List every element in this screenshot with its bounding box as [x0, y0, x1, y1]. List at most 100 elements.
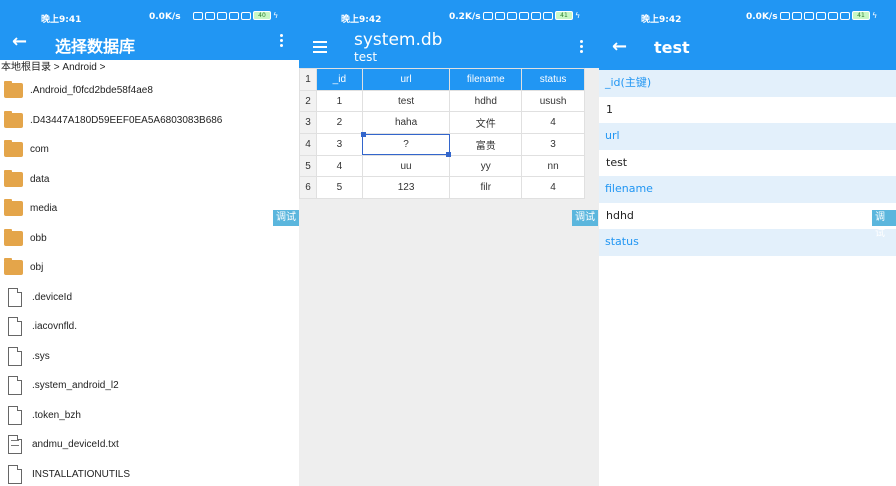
table-cell[interactable]: yy: [449, 154, 523, 178]
table-cell[interactable]: uu: [361, 154, 451, 178]
row-number: 1: [299, 68, 317, 91]
signal-icon: [828, 11, 838, 20]
debug-button[interactable]: 调试: [572, 210, 598, 226]
page-title: test: [654, 38, 690, 57]
battery-icon: 41: [555, 11, 573, 20]
charging-icon: ϟ: [872, 11, 878, 20]
folder-icon: [4, 258, 23, 276]
debug-button[interactable]: 调试: [273, 210, 299, 226]
file-name: .deviceId: [32, 291, 73, 303]
signal-icon: [205, 11, 215, 20]
table-cell[interactable]: 3: [521, 133, 585, 156]
alarm-icon: [483, 11, 493, 20]
file-icon: [8, 405, 22, 425]
folder-item[interactable]: obb: [0, 224, 299, 254]
cell-text: ?: [403, 138, 409, 150]
more-options-icon[interactable]: [580, 40, 584, 55]
table-row[interactable]: 5 4 uu yy nn: [299, 154, 585, 178]
file-icon: [8, 376, 22, 396]
file-name: .token_bzh: [32, 409, 81, 421]
breadcrumb[interactable]: 本地根目录 > Android >: [0, 60, 299, 76]
battery-icon: 41: [852, 11, 870, 20]
table-view-screen: 晚上9:42 0.2K/s 41 ϟ system.db test 1 _id ur…: [299, 0, 599, 486]
status-time: 晚上9:42: [341, 15, 382, 25]
table-cell[interactable]: hdhd: [449, 89, 523, 113]
table-row[interactable]: 6 5 123 filr 4: [299, 176, 585, 200]
field-value[interactable]: 1: [599, 96, 896, 123]
status-bar: 晚上9:41 0.0K/s 40 ϟ: [0, 0, 299, 30]
text-file-icon: [8, 435, 22, 455]
field-value[interactable]: hdhd: [599, 202, 896, 229]
file-name: media: [30, 203, 58, 215]
field-value[interactable]: test: [599, 149, 896, 176]
wifi-icon: [840, 11, 850, 20]
selected-cell[interactable]: ?: [360, 132, 452, 157]
status-icons: 40 ϟ: [193, 11, 278, 20]
file-name: .D43447A180D59EEF0EA5A6803083B686: [30, 114, 223, 126]
app-bar: ← 选择数据库: [0, 30, 299, 60]
file-item[interactable]: .iacovnfld.: [0, 312, 299, 342]
table-row[interactable]: 4 3? 富贵 3: [299, 132, 585, 157]
row-number: 5: [299, 154, 317, 178]
table-cell[interactable]: 4: [521, 111, 585, 135]
table-cell[interactable]: 富贵: [449, 133, 523, 156]
folder-item[interactable]: com: [0, 135, 299, 165]
table-cell[interactable]: 1: [315, 89, 363, 113]
page-title: 选择数据库: [55, 37, 136, 56]
more-options-icon[interactable]: [280, 34, 284, 49]
table-cell[interactable]: 123: [361, 176, 451, 200]
selection-handle[interactable]: [446, 151, 452, 157]
table-cell[interactable]: 3: [315, 133, 363, 156]
table-cell[interactable]: 文件: [449, 111, 523, 135]
menu-icon[interactable]: [313, 41, 327, 56]
status-time: 晚上9:42: [641, 15, 682, 25]
status-net-speed: 0.0K/s: [149, 12, 181, 22]
folder-item[interactable]: .Android_f0fcd2bde58f4ae8: [0, 76, 299, 106]
signal-icon: [229, 11, 239, 20]
table-cell[interactable]: haha: [361, 111, 451, 135]
table-cell[interactable]: test: [361, 89, 451, 113]
folder-icon: [4, 81, 23, 99]
column-header[interactable]: filename: [449, 68, 523, 91]
row-number: 4: [299, 133, 317, 156]
folder-item[interactable]: obj: [0, 253, 299, 283]
folder-item[interactable]: media: [0, 194, 299, 224]
file-item[interactable]: .token_bzh: [0, 401, 299, 431]
debug-button[interactable]: 调试: [872, 210, 896, 239]
table-cell[interactable]: 4: [521, 176, 585, 200]
table-cell[interactable]: filr: [449, 176, 523, 200]
column-header[interactable]: url: [361, 68, 451, 91]
file-item[interactable]: .system_android_l2: [0, 371, 299, 401]
column-header[interactable]: status: [521, 68, 585, 91]
folder-icon: [4, 140, 23, 158]
table-cell[interactable]: 2: [315, 111, 363, 135]
hd-icon: [519, 11, 529, 20]
table-row[interactable]: 2 1 test hdhd usush: [299, 89, 585, 113]
table-name: test: [354, 50, 378, 64]
signal-icon: [507, 11, 517, 20]
file-name: .iacovnfld.: [32, 321, 78, 333]
column-header[interactable]: _id: [315, 68, 363, 91]
folder-item[interactable]: data: [0, 165, 299, 195]
field-label: url: [599, 123, 896, 150]
table-cell[interactable]: 4: [315, 154, 363, 178]
folder-item[interactable]: .D43447A180D59EEF0EA5A6803083B686: [0, 106, 299, 136]
database-name: system.db: [354, 30, 443, 50]
table-cell[interactable]: nn: [521, 154, 585, 178]
table-row[interactable]: 3 2 haha 文件 4: [299, 111, 585, 135]
folder-icon: [4, 228, 23, 246]
folder-icon: [4, 199, 23, 217]
hd-icon: [816, 11, 826, 20]
status-time: 晚上9:41: [41, 15, 82, 25]
table-cell[interactable]: 5: [315, 176, 363, 200]
file-item[interactable]: .sys: [0, 342, 299, 372]
file-name: .Android_f0fcd2bde58f4ae8: [30, 85, 153, 97]
back-arrow-icon[interactable]: ←: [612, 36, 627, 57]
file-item[interactable]: .deviceId: [0, 283, 299, 313]
selection-handle[interactable]: [360, 132, 366, 138]
back-arrow-icon[interactable]: ←: [12, 31, 27, 52]
file-item[interactable]: andmu_deviceId.txt: [0, 430, 299, 460]
file-list: .Android_f0fcd2bde58f4ae8 .D43447A180D59E…: [0, 76, 299, 486]
table-cell[interactable]: usush: [521, 89, 585, 113]
file-item[interactable]: INSTALLATIONUTILS: [0, 460, 299, 486]
